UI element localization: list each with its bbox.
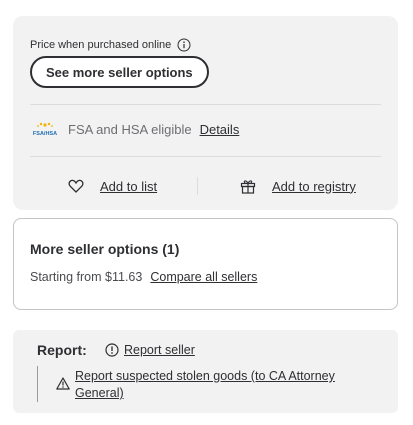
more-seller-options-title: More seller options (1) xyxy=(30,241,180,257)
purchase-options-card: Price when purchased online See more sel… xyxy=(13,16,398,210)
add-to-list-button[interactable]: Add to list xyxy=(68,179,157,194)
divider xyxy=(30,104,381,105)
price-note-text: Price when purchased online xyxy=(30,39,172,51)
report-seller-link[interactable]: Report seller xyxy=(105,343,195,357)
price-note-row: Price when purchased online xyxy=(30,38,191,52)
report-stolen-goods-label: Report suspected stolen goods (to CA Att… xyxy=(75,369,335,400)
svg-text:FSA/HSA: FSA/HSA xyxy=(33,131,57,137)
alert-circle-icon xyxy=(105,343,119,357)
fsa-hsa-logo-icon: FSA/HSA xyxy=(30,120,60,138)
more-seller-options-card: More seller options (1) Starting from $1… xyxy=(13,218,398,310)
add-to-registry-button[interactable]: Add to registry xyxy=(240,179,356,194)
starting-price-row: Starting from $11.63 Compare all sellers xyxy=(30,270,257,284)
compare-all-sellers-link[interactable]: Compare all sellers xyxy=(150,270,257,284)
report-card: Report: Report seller Report suspected s… xyxy=(13,330,398,413)
add-to-registry-label: Add to registry xyxy=(272,178,356,194)
fsa-hsa-row: FSA/HSA FSA and HSA eligible Details xyxy=(30,120,239,138)
see-more-seller-options-button[interactable]: See more seller options xyxy=(30,56,209,88)
heart-icon xyxy=(68,179,84,193)
divider xyxy=(30,156,381,157)
report-stolen-goods-link[interactable]: Report suspected stolen goods (to CA Att… xyxy=(37,366,367,402)
report-title: Report: xyxy=(37,342,87,358)
add-to-list-label: Add to list xyxy=(100,178,158,194)
fsa-hsa-eligible-label: FSA and HSA eligible xyxy=(68,121,192,137)
gift-icon xyxy=(240,179,256,194)
list-registry-actions: Add to list Add to registry xyxy=(13,174,398,198)
warning-triangle-icon xyxy=(56,377,70,390)
info-icon[interactable] xyxy=(177,38,191,52)
action-separator xyxy=(197,177,198,195)
report-seller-label: Report seller xyxy=(124,343,195,357)
fsa-details-link[interactable]: Details xyxy=(200,122,240,137)
starting-from-price: Starting from $11.63 xyxy=(30,270,143,284)
